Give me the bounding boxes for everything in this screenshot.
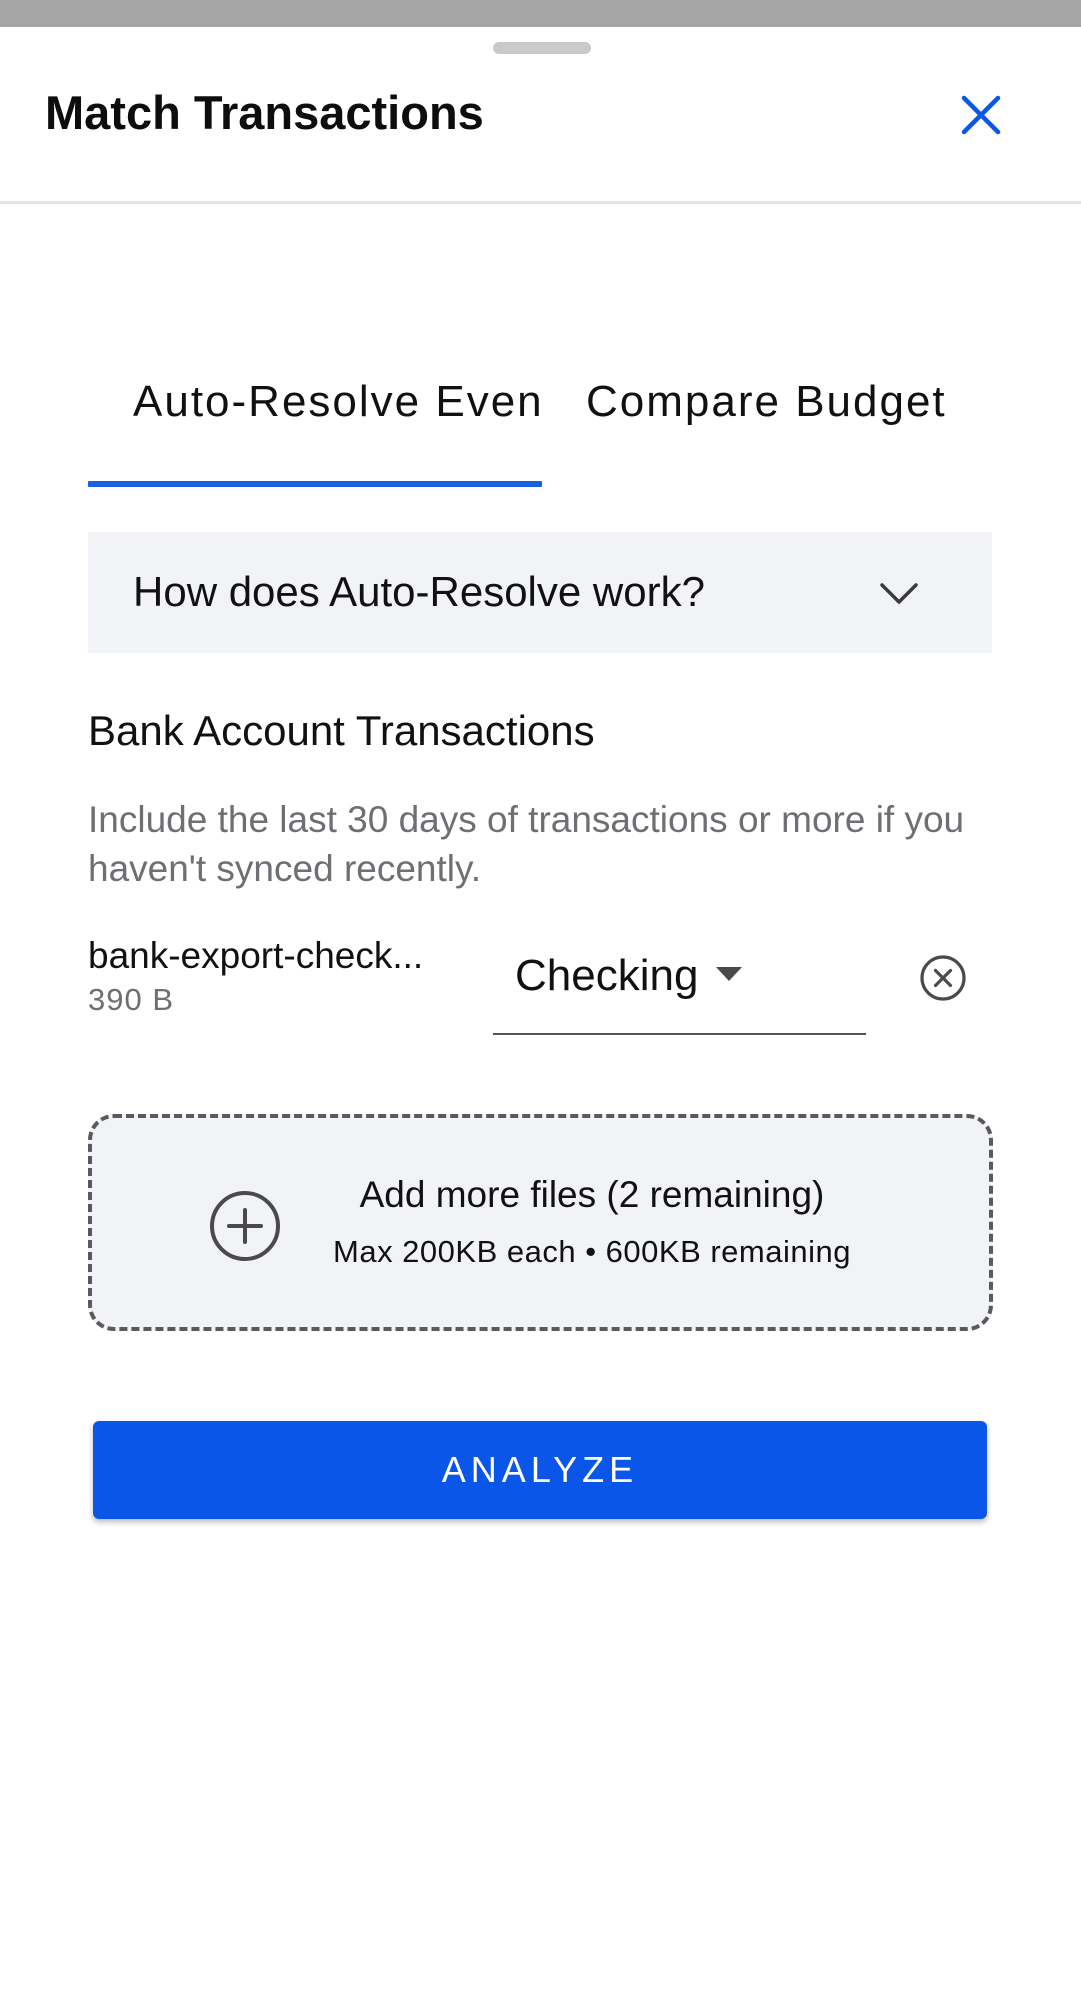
tab-auto-resolve[interactable]: Auto-Resolve Even (133, 377, 544, 427)
caret-down-icon (716, 967, 742, 981)
tab-compare-budget[interactable]: Compare Budget (586, 377, 947, 427)
tab-bar: Auto-Resolve Even Compare Budget (88, 357, 993, 487)
active-tab-indicator (88, 481, 542, 487)
close-button[interactable] (953, 87, 1009, 143)
add-circle-icon (210, 1191, 280, 1261)
remove-circle-icon (920, 955, 966, 1001)
accordion-label: How does Auto-Resolve work? (133, 568, 705, 615)
bank-transactions-description: Include the last 30 days of transactions… (88, 799, 965, 889)
analyze-button[interactable]: ANALYZE (93, 1421, 987, 1519)
dropzone-limits: Max 200KB each • 600KB remaining (333, 1234, 851, 1269)
bank-transactions-heading: Bank Account Transactions (88, 707, 595, 754)
sheet-title: Match Transactions (45, 86, 484, 139)
uploaded-file-size: 390 B (88, 982, 175, 1017)
remove-file-button[interactable] (916, 951, 970, 1005)
dropzone-title: Add more files (2 remaining) (359, 1174, 825, 1215)
status-backdrop (0, 0, 1081, 27)
add-files-dropzone[interactable]: Add more files (2 remaining) Max 200KB e… (88, 1114, 993, 1331)
match-transactions-sheet: Match Transactions Auto-Resolve Even Com… (0, 27, 1081, 1999)
uploaded-file-name: bank-export-check... (88, 935, 424, 976)
auto-resolve-help-accordion[interactable]: How does Auto-Resolve work? (88, 532, 992, 653)
close-icon (961, 95, 1001, 135)
chevron-down-icon (880, 583, 918, 604)
account-type-value: Checking (515, 951, 699, 1000)
account-type-select[interactable]: Checking (493, 937, 866, 1035)
sheet-header: Match Transactions (0, 27, 1081, 204)
analyze-button-label: ANALYZE (441, 1449, 639, 1490)
